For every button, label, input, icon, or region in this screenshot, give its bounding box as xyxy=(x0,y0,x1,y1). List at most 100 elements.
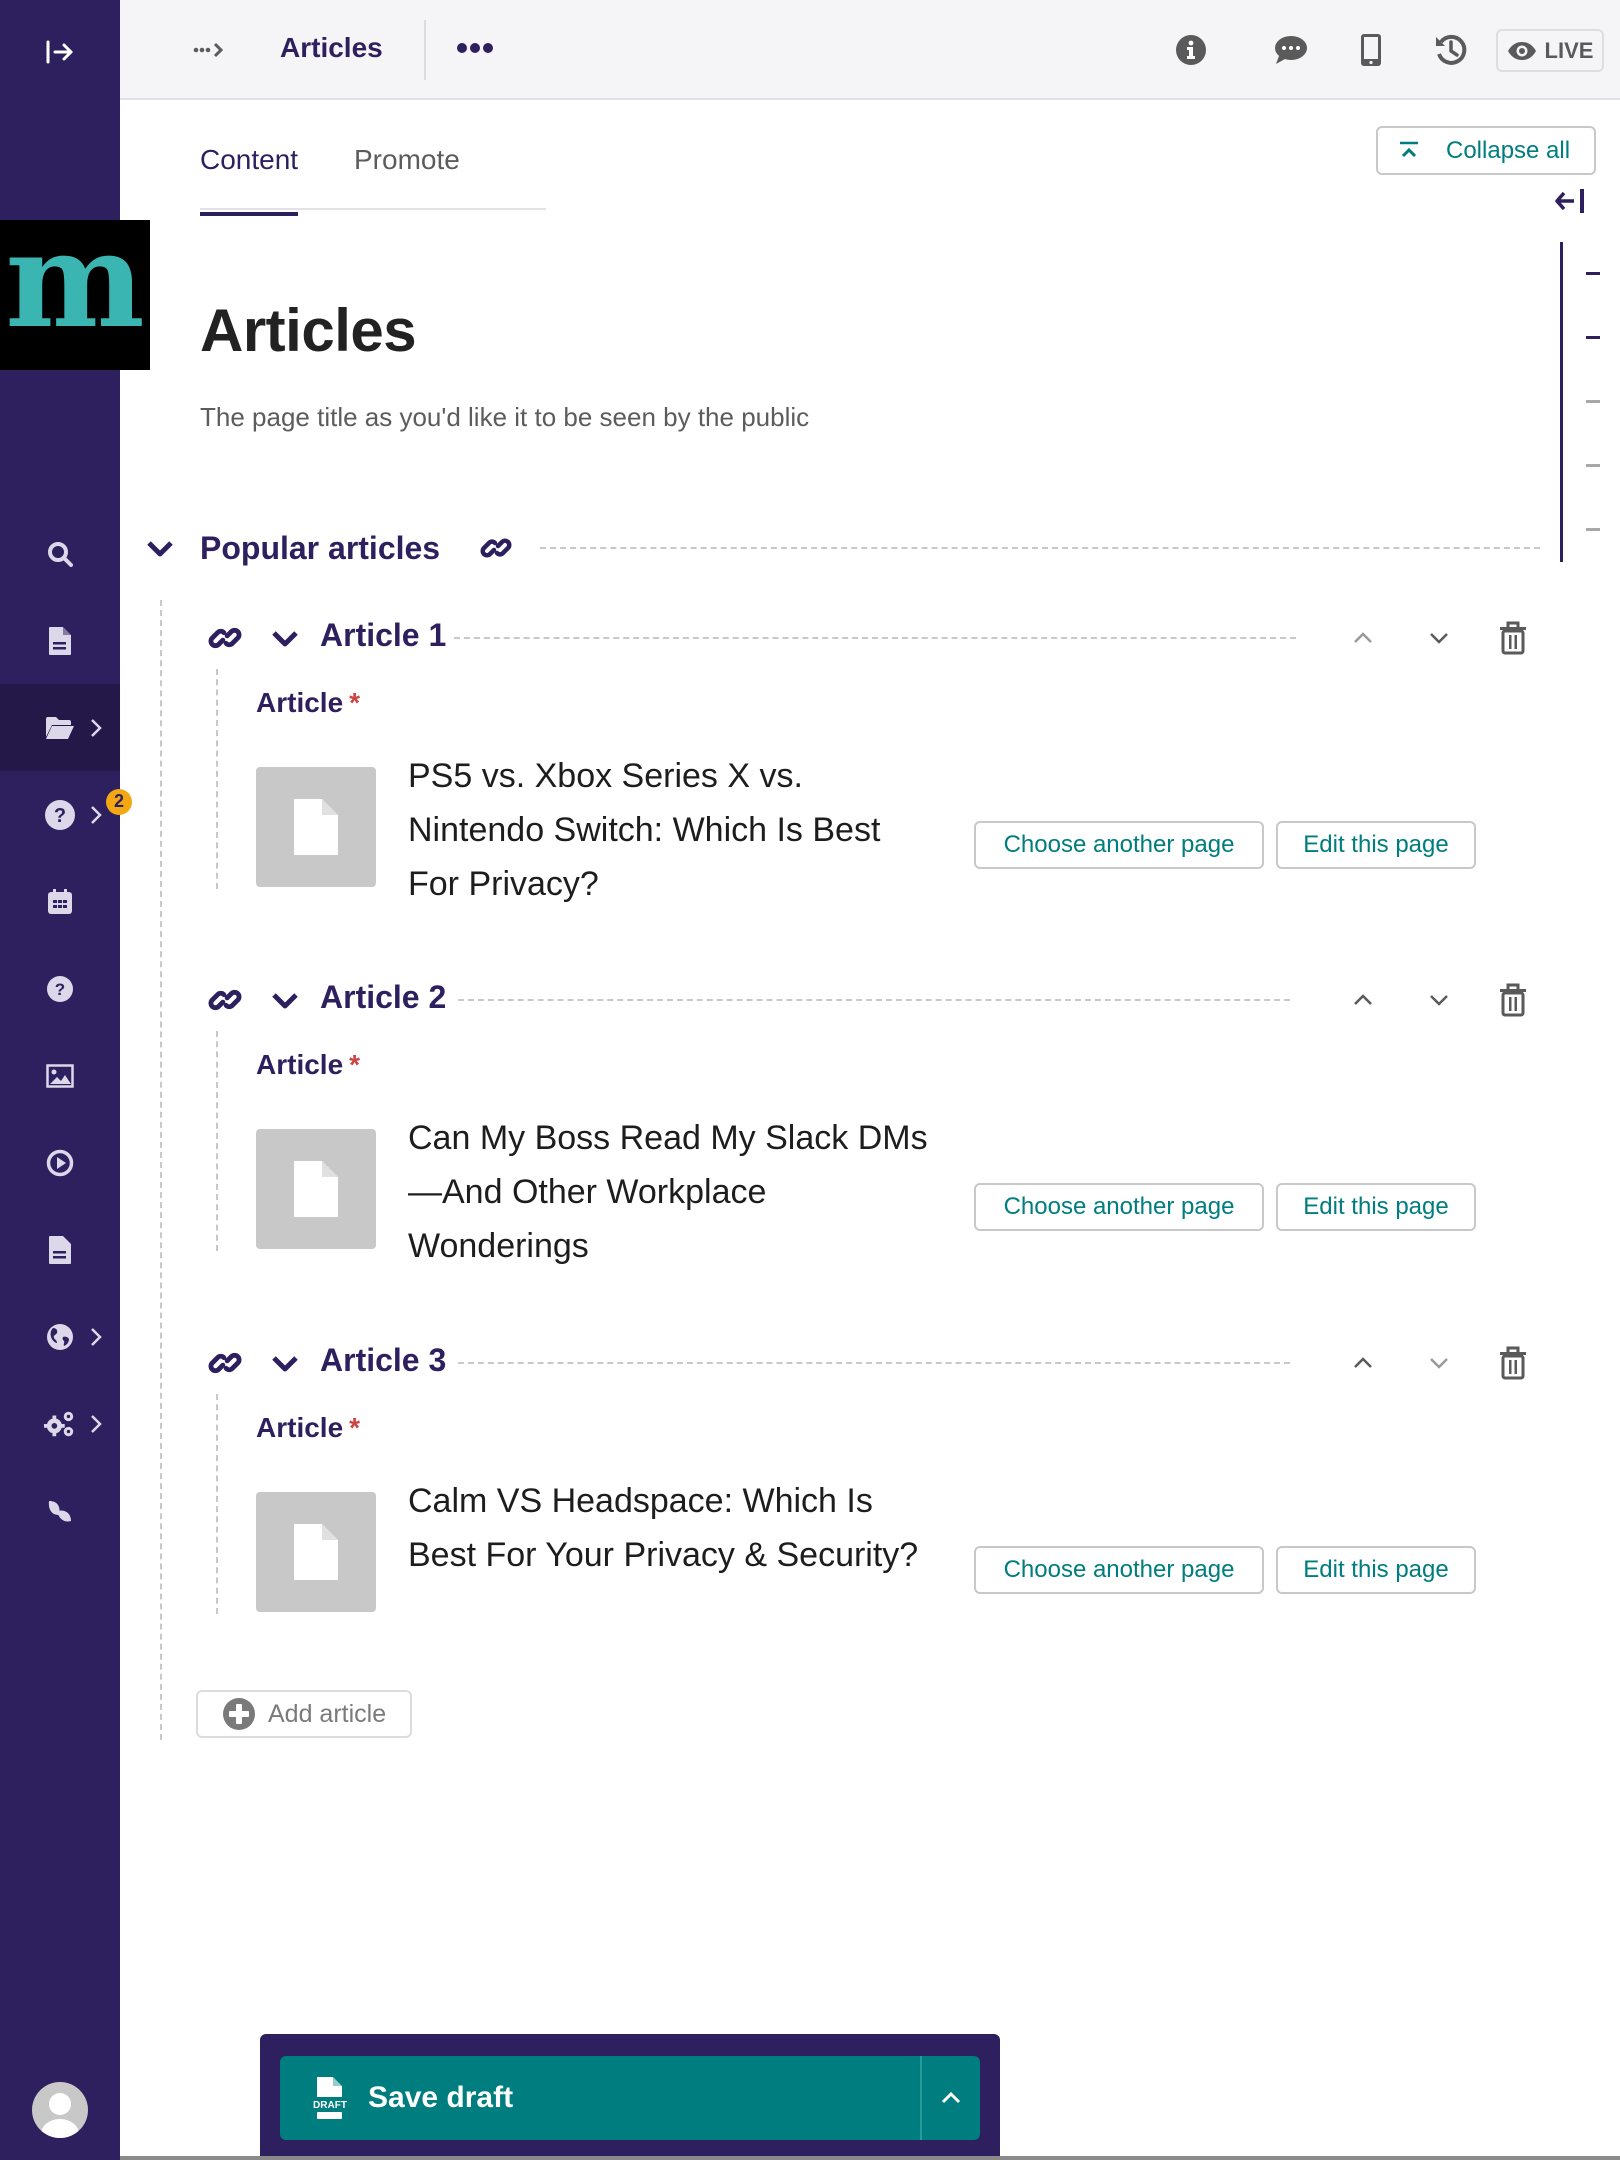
question-icon: ? xyxy=(44,973,76,1005)
comment-icon xyxy=(1275,36,1307,64)
sidebar-item-sites[interactable] xyxy=(0,1293,120,1380)
chosen-page-title: PS5 vs. Xbox Series X vs. Nintendo Switc… xyxy=(408,757,881,903)
save-draft-label: Save draft xyxy=(368,2081,514,2114)
page-title-help-text: The page title as you'd like it to be se… xyxy=(200,402,810,432)
comments-button[interactable] xyxy=(1271,30,1311,70)
article-header: Article 2 xyxy=(204,975,1540,1023)
user-avatar[interactable] xyxy=(32,2082,88,2138)
minimap-item[interactable] xyxy=(1586,272,1600,275)
sidebar-item-documents[interactable] xyxy=(0,1206,120,1293)
chevron-up-icon xyxy=(1354,632,1372,643)
move-down-button[interactable] xyxy=(1422,621,1456,655)
collapse-all-label: Collapse all xyxy=(1446,136,1571,164)
chevron-right-icon xyxy=(91,805,102,824)
divider xyxy=(216,1394,218,1614)
article-heading: Article 2 xyxy=(320,979,447,1015)
link-icon[interactable] xyxy=(208,983,242,1017)
minimap-item[interactable] xyxy=(1586,464,1600,467)
field-label-text: Article xyxy=(256,687,344,718)
choose-another-page-button[interactable]: Choose another page xyxy=(974,1183,1264,1231)
choose-another-page-button[interactable]: Choose another page xyxy=(974,821,1264,869)
save-draft-button[interactable]: DRAFT Save draft xyxy=(280,2056,920,2140)
link-icon[interactable] xyxy=(480,532,512,564)
minimap-item[interactable] xyxy=(1586,400,1600,403)
sidebar-item-calendar[interactable] xyxy=(0,858,120,945)
mobile-preview-icon xyxy=(1361,34,1381,66)
field-label: Article * xyxy=(256,1412,360,1444)
collapse-all-button[interactable]: Collapse all xyxy=(1376,126,1596,175)
edit-this-page-button[interactable]: Edit this page xyxy=(1276,821,1476,869)
article-header: Article 3 xyxy=(204,1338,1540,1386)
choose-another-page-button[interactable]: Choose another page xyxy=(974,1546,1264,1594)
sidebar-item-pages[interactable] xyxy=(0,597,120,684)
sidebar-item-settings[interactable] xyxy=(0,1380,120,1467)
chosen-page-title: Calm VS Headspace: Which Is Best For You… xyxy=(408,1482,919,1574)
expand-sidebar-button[interactable] xyxy=(40,32,80,72)
document-icon xyxy=(294,1161,338,1217)
eye-icon xyxy=(1507,41,1536,60)
edit-this-page-button[interactable]: Edit this page xyxy=(1276,1546,1476,1594)
move-up-button[interactable] xyxy=(1346,983,1380,1017)
view-live-button[interactable]: LIVE xyxy=(1496,29,1604,72)
breadcrumb-expand-icon[interactable] xyxy=(192,36,228,64)
document-icon xyxy=(294,799,338,855)
folder-open-icon xyxy=(44,712,76,744)
chevron-up-icon xyxy=(941,2091,961,2104)
svg-text:?: ? xyxy=(54,805,66,827)
more-actions-icon[interactable] xyxy=(450,30,500,66)
minimap-item[interactable] xyxy=(1586,528,1600,531)
chevron-down-icon xyxy=(1430,1358,1448,1369)
move-down-button[interactable] xyxy=(1422,983,1456,1017)
chevron-down-icon[interactable] xyxy=(270,623,300,653)
sidebar-item-media[interactable] xyxy=(0,1119,120,1206)
chevron-down-icon[interactable] xyxy=(144,532,176,564)
divider xyxy=(540,547,1540,549)
tab-promote[interactable]: Promote xyxy=(354,144,460,212)
history-button[interactable] xyxy=(1431,30,1471,70)
more-save-actions-button[interactable] xyxy=(920,2056,980,2140)
trash-icon xyxy=(1500,983,1526,1017)
expand-sidebar-icon xyxy=(46,40,73,64)
tab-content[interactable]: Content xyxy=(200,144,299,216)
chevron-down-icon[interactable] xyxy=(270,985,300,1015)
sidebar-item-wagtail[interactable] xyxy=(0,1467,120,1554)
chevron-down-icon[interactable] xyxy=(270,1348,300,1378)
chevron-right-icon xyxy=(91,718,102,737)
delete-button[interactable] xyxy=(1496,621,1530,655)
header-bar: Articles LIVE xyxy=(120,0,1620,100)
trash-icon xyxy=(1500,1346,1526,1380)
document-icon xyxy=(294,1524,338,1580)
calendar-icon xyxy=(44,886,76,918)
chevron-down-icon xyxy=(1430,995,1448,1006)
sidebar-item-explorer[interactable] xyxy=(0,684,120,771)
scrollbar[interactable] xyxy=(120,2156,1620,2160)
move-up-button[interactable] xyxy=(1346,1346,1380,1380)
leaf-icon xyxy=(44,1495,76,1527)
breadcrumb-current[interactable]: Articles xyxy=(280,32,383,64)
move-up-button[interactable] xyxy=(1346,621,1380,655)
sidebar-item-images[interactable] xyxy=(0,1032,120,1119)
delete-button[interactable] xyxy=(1496,983,1530,1017)
logo[interactable]: m xyxy=(0,215,150,370)
tab-list: Content Promote xyxy=(200,104,546,216)
page-thumbnail xyxy=(256,1492,376,1612)
info-button[interactable] xyxy=(1171,30,1211,70)
required-indicator: * xyxy=(349,687,361,718)
sidebar-item-search[interactable] xyxy=(0,510,120,597)
required-indicator: * xyxy=(349,1412,361,1443)
mobile-preview-button[interactable] xyxy=(1351,30,1391,70)
link-icon[interactable] xyxy=(208,1346,242,1380)
edit-this-page-button[interactable]: Edit this page xyxy=(1276,1183,1476,1231)
delete-button[interactable] xyxy=(1496,1346,1530,1380)
minimap-item[interactable] xyxy=(1586,336,1600,339)
link-icon[interactable] xyxy=(208,621,242,655)
add-article-button[interactable]: Add article xyxy=(196,1690,412,1738)
divider xyxy=(458,999,1290,1001)
cogs-icon xyxy=(44,1408,76,1440)
move-down-button[interactable] xyxy=(1422,1346,1456,1380)
page-title-field[interactable]: Articles xyxy=(200,296,417,365)
minimap-toggle-icon[interactable] xyxy=(1554,186,1594,216)
sidebar-item-help[interactable]: ? 2 xyxy=(0,771,132,858)
sidebar-item-faq[interactable]: ? xyxy=(0,945,120,1032)
logo-mark: m xyxy=(5,203,145,358)
